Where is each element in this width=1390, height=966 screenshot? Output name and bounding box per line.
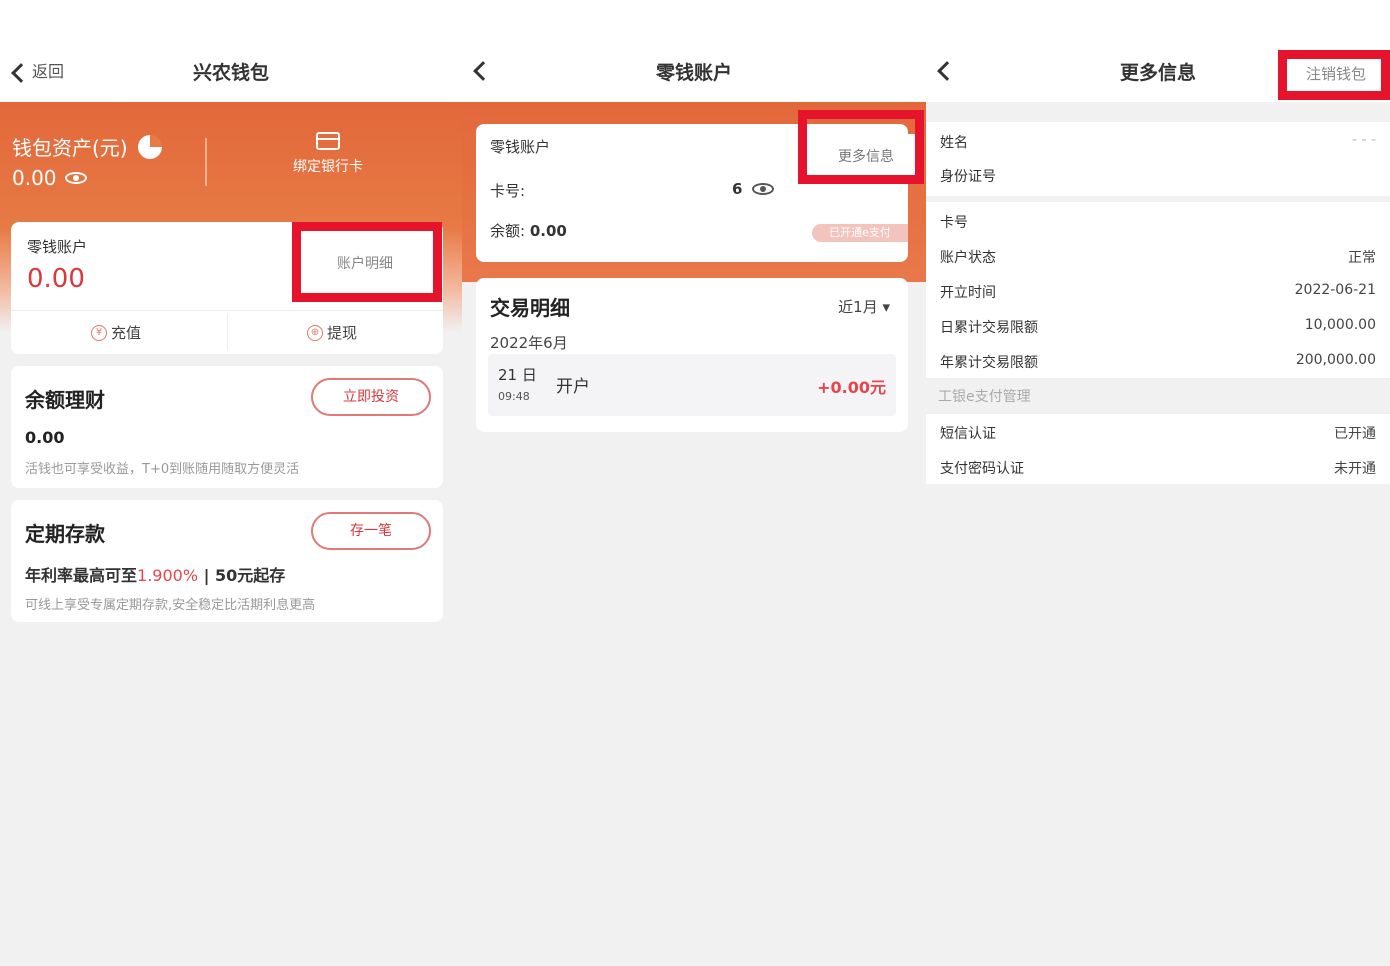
info-row: 姓名 - - - [940,124,1376,158]
change-account-card: 零钱账户 0.00 账户明细 ¥ 充值 ⊕ 提现 [11,222,443,354]
info-row: 身份证号 [940,158,1376,192]
cancel-wallet-button[interactable]: 注销钱包 [1288,56,1384,92]
rate-suffix: | 50元起存 [198,566,286,585]
rate-value: 1.900% [137,566,199,585]
yen-icon: ¥ [91,324,107,341]
row-key: 身份证号 [940,169,996,185]
withdraw-label: 提现 [327,324,358,342]
info-row: 开立时间 2022-06-21 [940,274,1376,308]
row-key: 姓名 [940,135,968,151]
wealth-desc: 活钱也可享受收益，T+0到账随用随取方便灵活 [25,462,300,477]
wealth-value: 0.00 [25,428,65,447]
asset-label: 钱包资产(元) [12,132,162,161]
change-account-screen: 零钱账户 零钱账户 卡号: 6 余额: 0.00 已开通e支付 更多信息 交易明… [462,0,926,966]
account-info-card: 零钱账户 卡号: 6 余额: 0.00 已开通e支付 更多信息 [476,124,916,262]
row-key: 卡号 [940,215,968,231]
account-detail-button[interactable]: 账户明细 [307,238,423,286]
change-account-value: 0.00 [27,264,85,294]
account-label: 零钱账户 [490,138,551,156]
change-account-label: 零钱账户 [27,238,88,256]
row-key: 日累计交易限额 [940,320,1038,336]
period-filter-dropdown[interactable]: 近1月 ▾ [838,296,890,317]
rate-prefix: 年利率最高可至 [25,566,138,585]
recharge-label: 充值 [111,324,142,342]
wallet-home-screen: 返回 兴农钱包 钱包资产(元) 0.00 绑定银行卡 零钱账户 0.00 账户明… [0,0,462,966]
transactions-title: 交易明细 [490,296,570,320]
more-info-button[interactable]: 更多信息 [816,134,916,178]
pie-chart-icon[interactable] [137,134,162,159]
row-key: 年累计交易限额 [940,355,1038,371]
info-row: 日累计交易限额 10,000.00 [940,309,1376,343]
tx-time: 09:48 [498,390,530,403]
card-number-label: 卡号: [490,182,526,200]
info-row: 卡号 [940,204,1376,238]
balance-label: 余额: [490,222,526,240]
row-value: 2022-06-21 [1294,282,1376,298]
fixed-deposit-card: 定期存款 存一笔 年利率最高可至1.900% | 50元起存 可线上享受专属定期… [11,500,443,622]
row-value: 正常 [1348,250,1376,266]
deposit-button[interactable]: 存一笔 [311,512,431,550]
top-bar: 更多信息 注销钱包 [926,0,1390,102]
divider [205,138,207,186]
eye-icon[interactable] [64,172,87,184]
epay-status-badge: 已开通e支付 [812,224,908,242]
balance-value: 0.00 [529,222,567,240]
row-key: 短信认证 [940,426,996,442]
row-key: 账户状态 [940,250,996,266]
withdraw-icon: ⊕ [307,324,323,341]
row-value: 200,000.00 [1295,352,1376,368]
info-row: 账户状态 正常 [940,239,1376,273]
info-row[interactable]: 短信认证 已开通 [940,415,1376,449]
tx-day: 21 日 [498,366,537,384]
top-bar: 返回 兴农钱包 [0,0,462,102]
transaction-card: 交易明细 近1月 ▾ 2022年6月 21 日 09:48 开户 +0.00元 [476,278,908,432]
page-title: 兴农钱包 [192,62,269,84]
row-value: 10,000.00 [1304,317,1376,333]
deposit-desc: 可线上享受专属定期存款,安全稳定比活期利息更高 [25,598,316,613]
balance-wealth-card: 余额理财 立即投资 0.00 活钱也可享受收益，T+0到账随用随取方便灵活 [11,366,443,488]
bank-card-icon [316,132,340,150]
asset-label-text: 钱包资产(元) [12,136,128,160]
row-value: 未开通 [1334,461,1376,477]
asset-value: 0.00 [12,166,87,190]
divider [11,310,443,311]
balance: 余额: 0.00 [490,220,567,241]
eye-icon[interactable] [752,183,775,195]
asset-value-text: 0.00 [12,166,57,190]
card-number: 6 [732,180,775,198]
deposit-title: 定期存款 [25,522,105,546]
epay-group: 短信认证 已开通 支付密码认证 未开通 [926,414,1390,484]
info-row[interactable]: 支付密码认证 未开通 [940,450,1376,484]
page-title: 零钱账户 [655,62,732,84]
epay-management-header: 工银e支付管理 [938,389,1031,405]
row-value: 已开通 [1334,426,1376,442]
row-key: 支付密码认证 [940,461,1024,477]
bind-bank-card-button[interactable]: 绑定银行卡 [278,132,378,176]
tx-amount: +0.00元 [817,378,886,397]
invest-now-button[interactable]: 立即投资 [311,378,431,416]
wealth-title: 余额理财 [25,388,105,412]
tx-description: 开户 [556,377,590,397]
month-header: 2022年6月 [490,334,568,352]
transaction-row[interactable]: 21 日 09:48 开户 +0.00元 [488,354,896,416]
top-bar: 零钱账户 [462,0,926,102]
card-number-tail: 6 [732,180,743,198]
recharge-button[interactable]: ¥ 充值 [91,322,141,343]
account-group: 卡号 账户状态 正常 开立时间 2022-06-21 日累计交易限额 10,00… [926,202,1390,378]
row-key: 开立时间 [940,285,996,301]
withdraw-button[interactable]: ⊕ 提现 [307,322,357,343]
identity-group: 姓名 - - - 身份证号 [926,122,1390,196]
deposit-rate: 年利率最高可至1.900% | 50元起存 [25,562,285,586]
bind-card-label: 绑定银行卡 [293,159,363,175]
divider [227,314,228,350]
more-info-screen: 更多信息 注销钱包 姓名 - - - 身份证号 卡号 账户状态 正常 开立时间 … [926,0,1390,966]
info-row: 年累计交易限额 200,000.00 [940,344,1376,378]
row-value: - - - [1351,132,1376,148]
